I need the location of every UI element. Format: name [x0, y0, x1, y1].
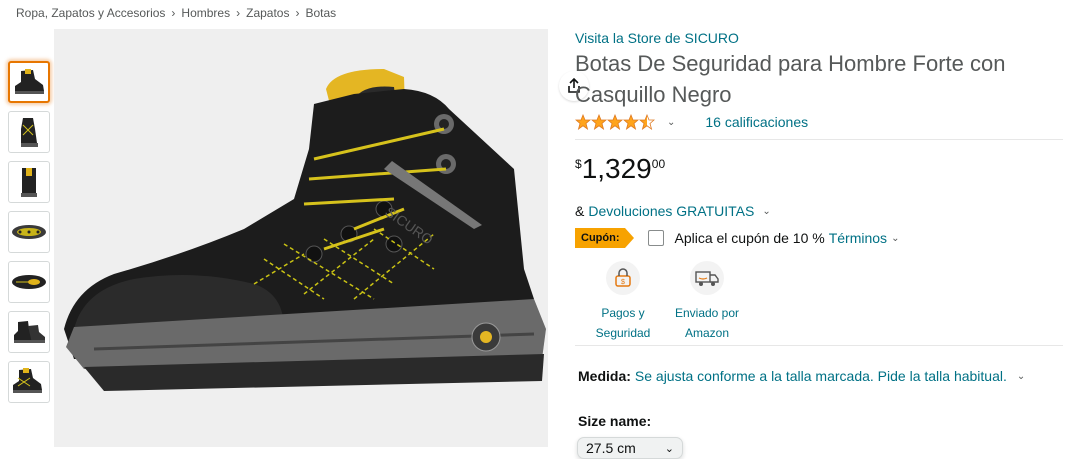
free-returns-link[interactable]: Devoluciones GRATUITAS	[588, 203, 754, 219]
feature-label: Pagos y	[601, 306, 645, 320]
chevron-down-icon[interactable]: ⌄	[667, 117, 675, 128]
product-main-image[interactable]: SICURO	[54, 29, 589, 447]
fit-label: Medida:	[578, 368, 631, 384]
feature-label: Seguridad	[595, 326, 651, 340]
feature-secure-payment[interactable]: $ Pagos y Seguridad	[581, 261, 665, 343]
thumbnail-boot-pair[interactable]	[8, 311, 50, 353]
returns-row: & Devoluciones GRATUITAS ⌄	[575, 203, 1065, 219]
coupon-row: Cupón: Aplica el cupón de 10 % Términos …	[575, 227, 1065, 249]
ratings-count-link[interactable]: 16 calificaciones	[705, 114, 808, 130]
thumbnail-boot-box[interactable]	[8, 361, 50, 403]
safety-boot-image: SICURO	[64, 69, 546, 391]
coupon-terms-link[interactable]: Términos	[829, 230, 887, 246]
price-fraction: 00	[651, 157, 666, 171]
breadcrumb-separator: ›	[171, 6, 176, 20]
feature-label: Amazon	[684, 326, 730, 340]
secure-payment-icon: $	[606, 261, 640, 295]
coupon-checkbox[interactable]	[648, 230, 665, 246]
breadcrumb-separator: ›	[236, 6, 241, 20]
thumbnail-boot-back[interactable]	[8, 161, 50, 203]
breadcrumb: Ropa, Zapatos y Accesorios › Hombres › Z…	[16, 6, 336, 20]
svg-text:$: $	[621, 279, 625, 286]
breadcrumb-item[interactable]: Botas	[305, 6, 336, 20]
breadcrumb-separator: ›	[295, 6, 300, 20]
breadcrumb-item[interactable]: Ropa, Zapatos y Accesorios	[16, 6, 165, 20]
star-rating[interactable]	[575, 114, 655, 130]
rating-row: ⌄ 16 calificaciones	[575, 111, 1065, 133]
thumbnail-boot-side[interactable]	[8, 61, 50, 103]
chevron-down-icon[interactable]: ⌄	[891, 233, 899, 244]
chevron-down-icon[interactable]: ⌄	[1017, 371, 1025, 382]
feature-shipped-by-amazon[interactable]: Enviado por Amazon	[665, 261, 749, 343]
thumbnail-boot-sole[interactable]	[8, 211, 50, 253]
size-select[interactable]: 27.5 cm ⌄	[577, 437, 683, 459]
size-label: Size name:	[578, 413, 652, 429]
price: $ 1,329 00	[575, 154, 1065, 188]
features-row: $ Pagos y Seguridad Enviado por Amazon	[581, 261, 1065, 343]
coupon-text[interactable]: Aplica el cupón de 10 %	[674, 230, 824, 246]
product-info: Visita la Store de SICURO Botas De Segur…	[575, 30, 1065, 459]
breadcrumb-item[interactable]: Hombres	[181, 6, 230, 20]
price-whole: 1,329	[581, 153, 652, 184]
thumbnail-boot-top[interactable]	[8, 261, 50, 303]
shipping-truck-icon	[690, 261, 724, 295]
fit-value-link[interactable]: Se ajusta conforme a la talla marcada. P…	[635, 368, 1007, 384]
chevron-down-icon: ⌄	[664, 442, 674, 455]
feature-label: Enviado por	[674, 306, 740, 320]
divider	[575, 345, 1063, 346]
breadcrumb-item[interactable]: Zapatos	[246, 6, 289, 20]
price-symbol: $	[575, 157, 582, 171]
divider	[575, 139, 1063, 140]
coupon-badge: Cupón:	[575, 228, 636, 248]
store-link[interactable]: Visita la Store de SICURO	[575, 30, 1065, 46]
chevron-down-icon[interactable]: ⌄	[762, 206, 770, 217]
thumbnail-strip	[8, 61, 50, 411]
size-selected-value: 27.5 cm	[586, 440, 636, 456]
stars-icon	[575, 114, 655, 130]
thumbnail-boot-angle[interactable]	[8, 111, 50, 153]
fit-info: Medida: Se ajusta conforme a la talla ma…	[578, 368, 1065, 384]
returns-prefix: &	[575, 203, 585, 219]
product-title: Botas De Seguridad para Hombre Forte con…	[575, 51, 1006, 107]
